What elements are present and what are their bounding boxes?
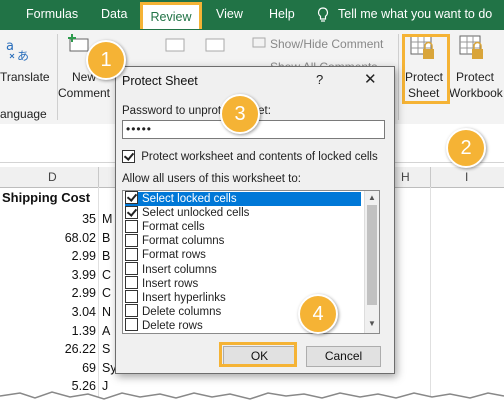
scroll-down-icon[interactable]: ▼ [368, 319, 376, 328]
callout-4: 4 [298, 294, 338, 334]
next-comment-icon [205, 36, 227, 57]
permission-label: Select unlocked cells [142, 207, 250, 220]
shipping-cost-cell[interactable]: 1.39 [0, 324, 96, 338]
dialog-title: Protect Sheet [122, 74, 198, 88]
scroll-up-icon[interactable]: ▲ [368, 193, 376, 202]
tab-review[interactable]: Review [140, 2, 202, 29]
protect-worksheet-label: Protect worksheet and contents of locked… [141, 150, 378, 163]
tab-view[interactable]: View [216, 7, 243, 21]
callout-2: 2 [446, 128, 486, 168]
tab-help[interactable]: Help [269, 7, 295, 21]
permission-item[interactable]: Format columns [125, 233, 361, 248]
column-header-h[interactable]: H [401, 170, 410, 184]
callout-3: 3 [220, 94, 260, 134]
permission-item[interactable]: Insert columns [125, 261, 361, 277]
new-comment-label-2[interactable]: Comment [58, 86, 110, 100]
previous-comment-icon [165, 36, 187, 57]
tab-data[interactable]: Data [101, 7, 127, 21]
shipping-cost-cell[interactable]: 26.22 [0, 342, 96, 356]
tab-formulas[interactable]: Formulas [26, 7, 78, 21]
permission-checkbox[interactable] [125, 290, 138, 304]
customer-name-cell[interactable]: N [102, 305, 111, 319]
protect-workbook-label-2[interactable]: Workbook [449, 86, 503, 100]
ok-highlight [219, 342, 297, 367]
column-header-d[interactable]: D [48, 170, 57, 184]
protect-worksheet-checkbox[interactable] [122, 150, 135, 163]
permission-checkbox[interactable] [125, 219, 138, 233]
permission-checkbox[interactable] [125, 205, 138, 219]
permission-label: Format cells [142, 221, 205, 234]
cancel-button[interactable]: Cancel [306, 346, 381, 367]
translate-icon: aあ [6, 38, 32, 65]
customer-name-cell[interactable]: B [102, 231, 110, 245]
lightbulb-icon [317, 7, 329, 26]
permissions-list[interactable]: Select locked cells Select unlocked cells… [122, 190, 380, 334]
protect-sheet-highlight [402, 34, 450, 104]
permission-label: Format columns [142, 235, 225, 248]
permission-label: Insert columns [142, 263, 217, 276]
shipping-cost-cell[interactable]: 35 [0, 212, 96, 226]
help-button[interactable]: ? [316, 72, 323, 87]
permission-checkbox[interactable] [125, 276, 138, 290]
shipping-cost-cell[interactable]: 3.99 [0, 268, 96, 282]
customer-name-cell[interactable]: B [102, 249, 110, 263]
protect-workbook-label-1[interactable]: Protect [456, 70, 494, 84]
permission-checkbox[interactable] [125, 304, 138, 318]
permission-checkbox[interactable] [125, 233, 138, 247]
customer-name-cell[interactable]: A [102, 324, 110, 338]
customer-name-cell[interactable]: C [102, 286, 111, 300]
torn-edge-decoration [0, 391, 504, 414]
show-hide-comment-button[interactable]: Show/Hide Comment [270, 37, 383, 51]
language-group-label: anguage [0, 107, 47, 121]
protect-workbook-icon [459, 35, 485, 64]
permission-label: Delete columns [142, 305, 222, 318]
permission-item[interactable]: Format cells [125, 219, 361, 234]
shipping-cost-cell[interactable]: 3.04 [0, 305, 96, 319]
permission-checkbox[interactable] [125, 318, 138, 332]
callout-1: 1 [86, 40, 126, 80]
permission-item[interactable]: Insert rows [125, 276, 361, 291]
svg-text:a: a [6, 39, 14, 54]
ribbon-tab-bar: Formulas Data Review View Help Tell me w… [0, 0, 504, 30]
customer-name-cell[interactable]: S [102, 342, 110, 356]
column-header-i[interactable]: I [465, 170, 468, 184]
customer-name-cell[interactable]: C [102, 268, 111, 282]
close-icon[interactable]: ✕ [364, 70, 377, 88]
permission-checkbox[interactable] [125, 191, 138, 205]
shipping-cost-cell[interactable]: 2.99 [0, 286, 96, 300]
permission-item[interactable]: Select unlocked cells [125, 205, 361, 220]
permission-checkbox[interactable] [125, 261, 138, 275]
svg-text:あ: あ [17, 49, 29, 62]
scroll-thumb[interactable] [367, 205, 377, 305]
shipping-cost-cell[interactable]: 68.02 [0, 231, 96, 245]
allow-users-label: Allow all users of this worksheet to: [122, 173, 301, 185]
translate-button[interactable]: Translate [0, 70, 50, 84]
show-hide-comment-icon [252, 37, 266, 52]
permission-label: Insert hyperlinks [142, 291, 226, 304]
permission-label: Select locked cells [142, 193, 237, 205]
permission-label: Insert rows [142, 277, 199, 290]
permission-item[interactable]: Format rows [125, 247, 361, 262]
list-scrollbar[interactable]: ▲ ▼ [364, 191, 379, 333]
shipping-cost-cell[interactable]: 69 [0, 361, 96, 375]
customer-name-cell[interactable]: M [102, 212, 112, 226]
protect-worksheet-option[interactable]: Protect worksheet and contents of locked… [122, 150, 378, 163]
permission-checkbox[interactable] [125, 247, 138, 261]
permission-label: Format rows [142, 249, 206, 262]
tell-me-search[interactable]: Tell me what you want to do [338, 7, 492, 21]
permission-item[interactable]: Select locked cells [125, 191, 361, 206]
shipping-cost-header[interactable]: Shipping Cost [2, 190, 90, 205]
shipping-cost-cell[interactable]: 2.99 [0, 249, 96, 263]
permission-label: Delete rows [142, 319, 203, 332]
